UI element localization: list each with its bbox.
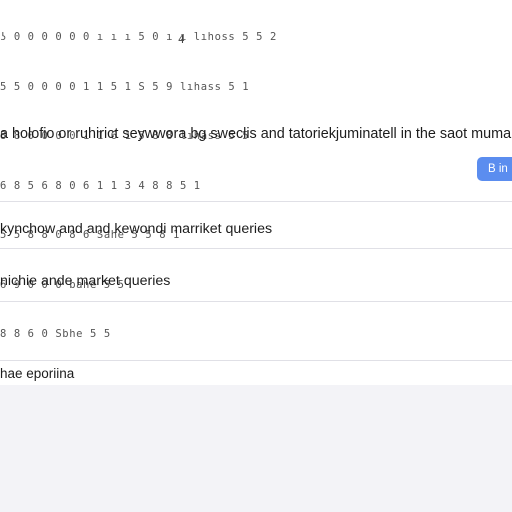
divider — [0, 248, 512, 249]
options-label[interactable]: hae eporiina — [0, 366, 74, 381]
header-text-block: ʖ 0 0 0 0 0 0 ı ı ı 5 0 ı ı lıhoss 5 5 2… — [0, 0, 277, 359]
primary-action-button[interactable]: B in — [477, 157, 512, 181]
divider — [0, 360, 512, 361]
page-headline: a holofio or ruhirict seywwora bg swecli… — [0, 126, 512, 142]
query-row-label[interactable]: nichie ande market queries — [0, 273, 170, 289]
divider — [0, 201, 512, 202]
header-line: ʖ 0 0 0 0 0 0 ı ı ı 5 0 ı ı lıhoss 5 5 2 — [0, 31, 277, 43]
lower-panel — [0, 385, 512, 512]
divider — [0, 301, 512, 302]
header-line: 6 8 5 6 8 0 6 1 1 3 4 8 8 5 1 — [0, 179, 201, 192]
header-line: 8 8 6 0 Sbhe 5 5 — [0, 328, 111, 340]
header-line: 5 5 0 0 0 0 1 1 5 1 S 5 9 lıhass 5 1 — [0, 80, 250, 93]
header-extra-digit: 4 — [178, 33, 185, 46]
query-row-label[interactable]: kynchow and and kewondi marriket queries — [0, 221, 272, 237]
